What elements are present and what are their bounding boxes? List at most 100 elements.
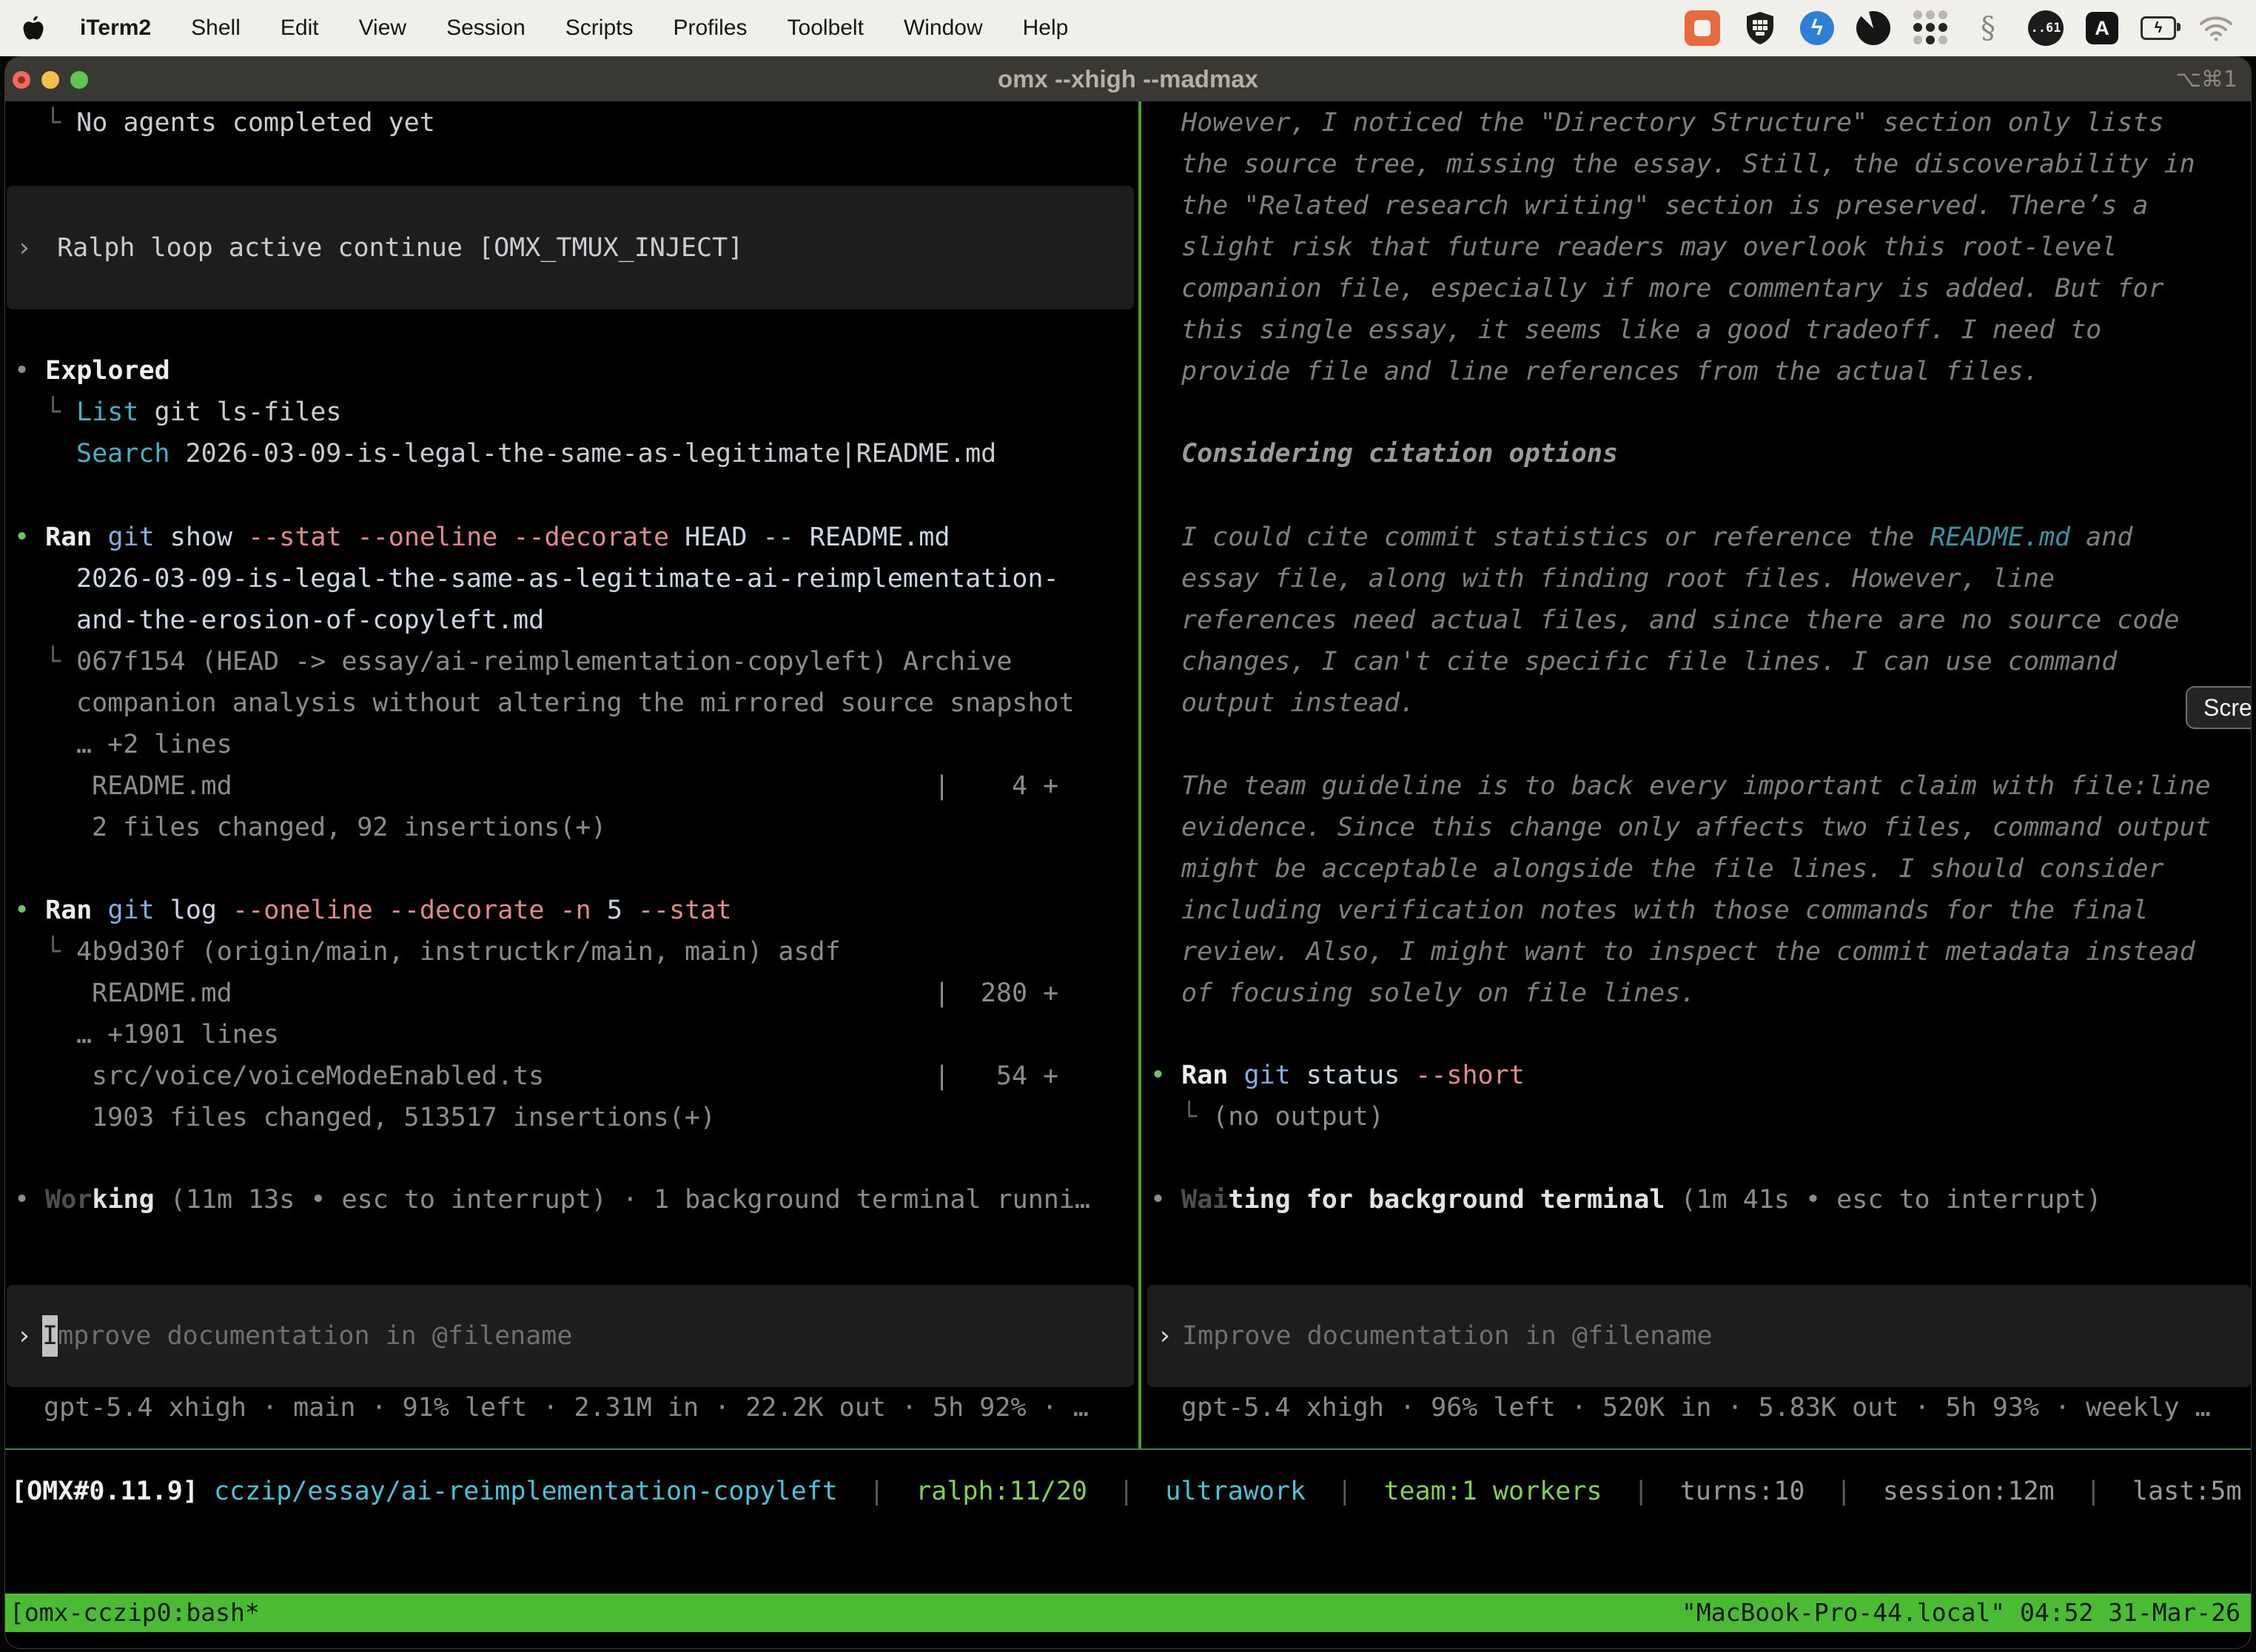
prompt-placeholder: Improve documentation in @filename [1182, 1315, 1712, 1357]
thinking-line: evidence. Since this change only affects… [1141, 807, 2252, 848]
menu-item-profiles[interactable]: Profiles [673, 16, 747, 41]
working-detail: (11m 13s • esc to interrupt) · 1 backgro… [170, 1185, 1090, 1215]
thinking-line: changes, I can't cite specific file line… [1141, 641, 2252, 682]
bullet-icon: • [14, 523, 30, 552]
ralph-inject-banner: › Ralph loop active continue [OMX_TMUX_I… [7, 186, 1134, 309]
shield-keypad-icon[interactable] [1742, 10, 1778, 46]
cmd-output: 067f154 (HEAD -> essay/ai-reimplementati… [76, 647, 1012, 676]
omx-team: team:1 workers [1383, 1477, 1602, 1506]
thinking-line: provide file and line references from th… [1141, 351, 2252, 392]
agents-done-text: No agents completed yet [76, 108, 435, 138]
menu-item-window[interactable]: Window [904, 16, 983, 41]
explored-section: • Explored └ List git ls-files Search 20… [5, 350, 1138, 474]
prompt-chevron-icon: › [1147, 1315, 1172, 1357]
bullet-icon: • [1150, 1061, 1166, 1090]
menubar-status-icons: ϟ § ..61 A ϟ [1685, 10, 2234, 46]
right-prompt-input[interactable]: › Improve documentation in @filename [1147, 1285, 2251, 1387]
chat-app-icon[interactable] [1685, 10, 1720, 46]
tmux-host-clock: "MacBook-Pro-44.local" 04:52 31-Mar-26 [1682, 1594, 2240, 1632]
menu-item-help[interactable]: Help [1023, 16, 1069, 41]
bullet-icon: • [1150, 1185, 1166, 1215]
ran-label: Ran [45, 523, 92, 552]
model-status-text: gpt-5.4 xhigh · 96% left · 520K in · 5.8… [1141, 1387, 2252, 1428]
screen: iTerm2 Shell Edit View Session Scripts P… [0, 0, 2256, 1652]
cmd-dashdash: -- [763, 523, 794, 552]
bullet-icon: • [14, 896, 30, 925]
thinking-paragraph-1: However, I noticed the "Directory Struct… [1141, 102, 2252, 392]
menu-item-scripts[interactable]: Scripts [565, 16, 634, 41]
battery-icon[interactable]: ϟ [2141, 10, 2176, 46]
battery-percent-circle-icon[interactable]: ..61 [2028, 10, 2064, 46]
cmd-flag: --short [1415, 1061, 1525, 1090]
thinking-line: The team guideline is to back every impo… [1141, 765, 2252, 807]
menu-item-edit[interactable]: Edit [281, 16, 319, 41]
cmd-output-truncation: … +1901 lines [76, 1020, 279, 1050]
cmd-arg: README.md [810, 523, 950, 552]
menu-item-toolbelt[interactable]: Toolbelt [788, 16, 864, 41]
left-session-statusline: gpt-5.4 xhigh · main · 91% left · 2.31M … [5, 1387, 1138, 1428]
dots-grid-icon[interactable] [1913, 10, 1948, 46]
cmd-git: git [107, 896, 154, 925]
ran-label: Ran [45, 896, 92, 925]
git-log-section: • Ran git log --oneline --decorate -n 5 … [5, 890, 1138, 1138]
ran-label: Ran [1181, 1061, 1228, 1090]
thinking-line: the source tree, missing the essay. Stil… [1141, 144, 2252, 185]
tab-shortcut-hint: ⌥⌘1 [2175, 57, 2237, 101]
menu-item-view[interactable]: View [359, 16, 406, 41]
window-titlebar[interactable]: omx --xhigh --madmax ⌥⌘1 [5, 57, 2251, 101]
menu-item-iterm2[interactable]: iTerm2 [80, 16, 151, 41]
thinking-line: I could cite commit statistics or refere… [1181, 523, 1930, 552]
left-prompt-input[interactable]: › Improve documentation in @filename [7, 1285, 1134, 1387]
plus-glyph: + [1043, 765, 1058, 807]
cmd-flag: --oneline [232, 896, 373, 925]
explored-search-arg: 2026-03-09-is-legal-the-same-as-legitima… [186, 439, 997, 469]
wifi-icon[interactable] [2198, 10, 2234, 46]
working-label: Wor [45, 1185, 92, 1215]
tree-glyph: └ [45, 647, 61, 676]
thinking-line: However, I noticed the "Directory Struct… [1141, 102, 2252, 144]
pie-circle-icon[interactable] [1856, 11, 1890, 45]
cmd-continuation: 2026-03-09-is-legal-the-same-as-legitima… [76, 564, 1059, 594]
separator: | [869, 1477, 884, 1506]
thinking-line: might be acceptable alongside the file l… [1141, 848, 2252, 890]
git-show-section: • Ran git show --stat --oneline --decora… [5, 517, 1138, 848]
diffstat-count: 4 [950, 765, 1027, 807]
cmd-flag: -n [560, 896, 591, 925]
diffstat-row: src/voice/voiceModeEnabled.ts|54+ [5, 1055, 1138, 1097]
cmd-continuation: and-the-erosion-of-copyleft.md [76, 605, 544, 635]
separator: | [1118, 1477, 1134, 1506]
cmd-flag: --decorate [513, 523, 669, 552]
thinking-heading-text: Considering citation options [1141, 433, 2252, 474]
squiggle-icon[interactable]: § [1970, 10, 2006, 46]
cmd-git: git [107, 523, 154, 552]
separator: | [1836, 1477, 1852, 1506]
thinking-heading: Considering citation options [1141, 433, 2252, 474]
thinking-line: the "Related research writing" section i… [1141, 185, 2252, 226]
waiting-label: ting for background terminal [1228, 1185, 1665, 1215]
thinking-line: and [2070, 523, 2132, 552]
omx-session-time: session:12m [1883, 1477, 2055, 1506]
diffstat-file: README.md [92, 765, 934, 807]
a-square-icon[interactable]: A [2086, 12, 2118, 44]
omx-branch-path: cczip/essay/ai-reimplementation-copyleft [214, 1477, 838, 1506]
thinking-line: essay file, along with finding root file… [1141, 558, 2252, 600]
menu-item-shell[interactable]: Shell [191, 16, 241, 41]
diffstat-summary: 2 files changed, 92 insertions(+) [92, 813, 606, 842]
waiting-status: • Waiting for background terminal (1m 41… [1141, 1179, 2252, 1220]
working-label: king [92, 1185, 154, 1215]
separator: | [1337, 1477, 1352, 1506]
macos-menubar: iTerm2 Shell Edit View Session Scripts P… [0, 0, 2256, 56]
tmux-session-window[interactable]: [omx-cczip0:bash* [10, 1594, 260, 1632]
thinking-line: of focusing solely on file lines. [1141, 973, 2252, 1014]
tree-glyph: └ [45, 937, 61, 967]
ralph-banner-text: Ralph loop active continue [OMX_TMUX_INJ… [57, 227, 743, 269]
waiting-detail: (1m 41s • esc to interrupt) [1680, 1185, 2101, 1215]
bolt-circle-icon[interactable]: ϟ [1800, 11, 1834, 45]
tree-glyph: └ [45, 108, 61, 138]
prompt-chevron-icon: › [7, 1315, 32, 1357]
menu-item-session[interactable]: Session [446, 16, 526, 41]
right-session-statusline: gpt-5.4 xhigh · 96% left · 520K in · 5.8… [1141, 1387, 2252, 1428]
apple-menu-icon[interactable] [22, 13, 47, 43]
explored-list-verb: List [76, 397, 138, 427]
agents-summary: └ No agents completed yet [5, 102, 1138, 144]
